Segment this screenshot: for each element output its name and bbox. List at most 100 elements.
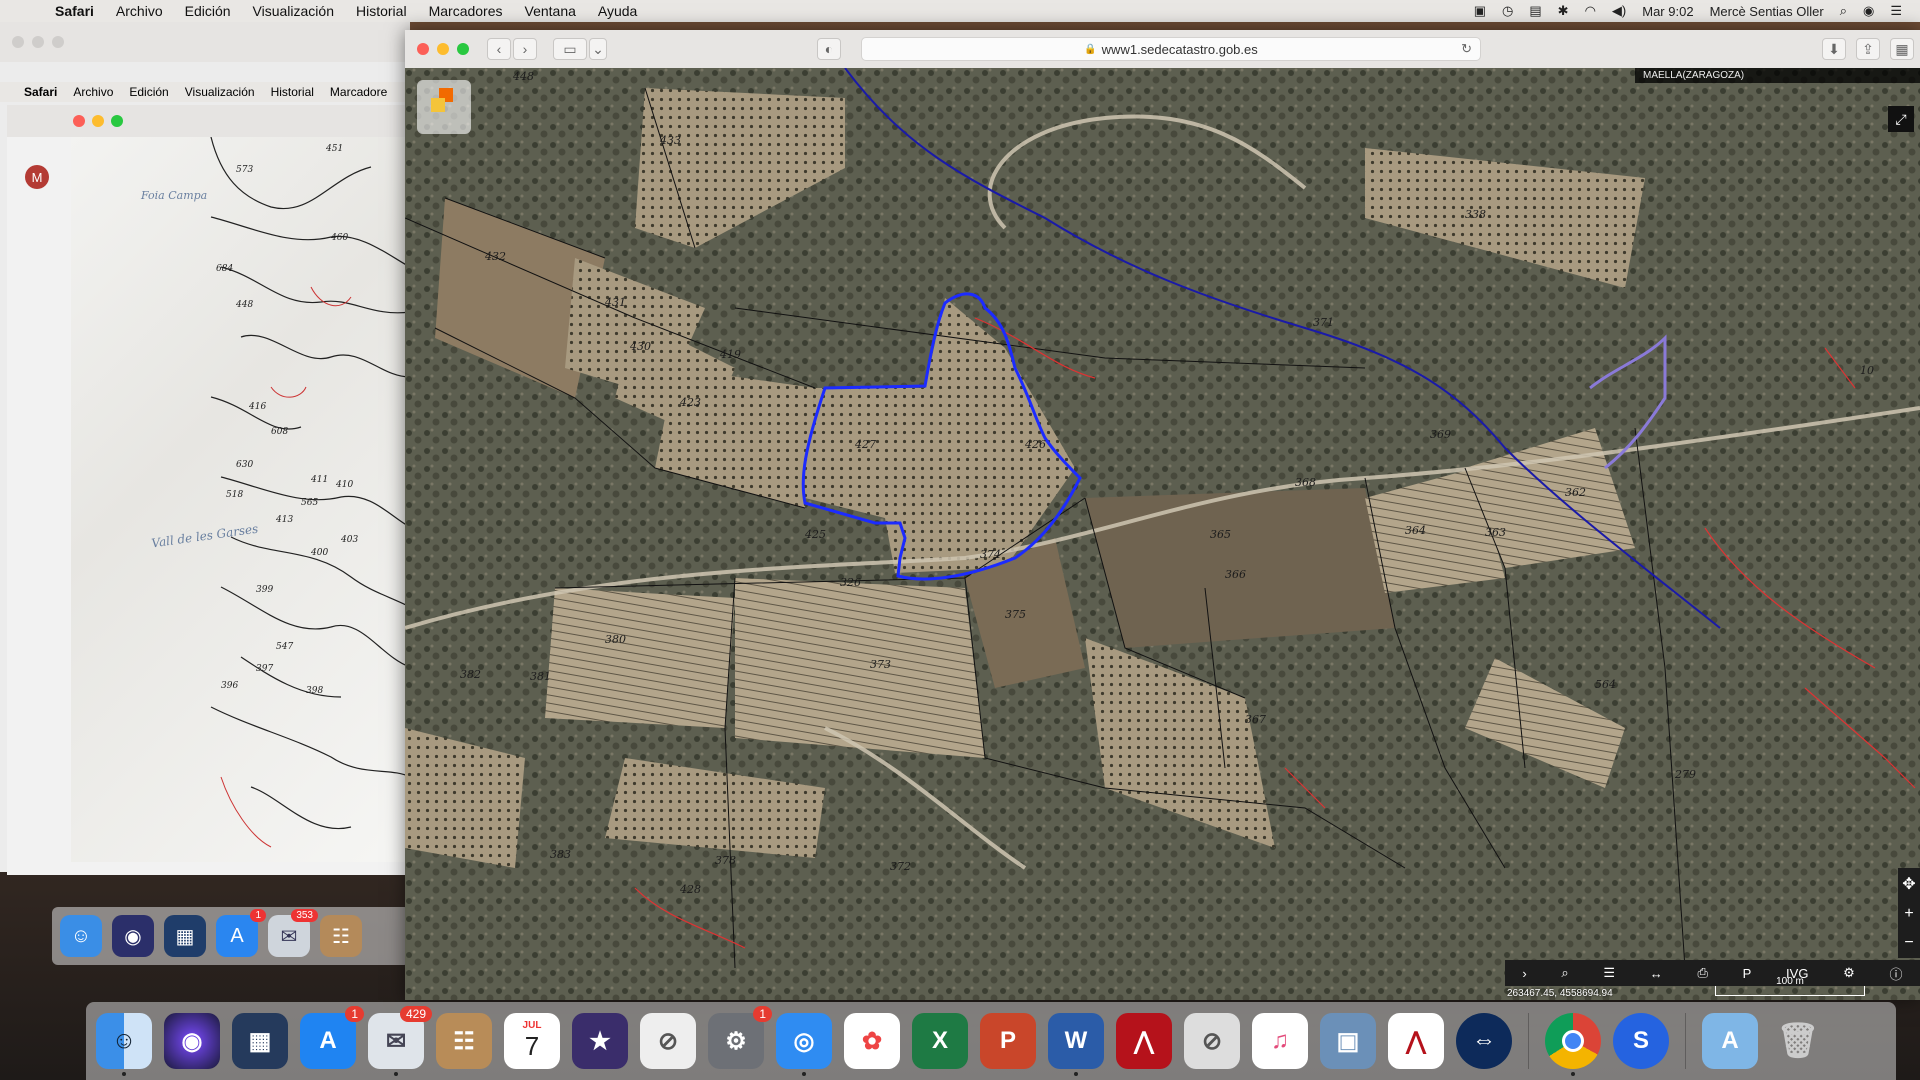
- screen-mirror-icon[interactable]: ▣: [1466, 3, 1494, 19]
- reload-icon[interactable]: ↻: [1461, 41, 1472, 57]
- badge: 1: [345, 1006, 364, 1022]
- excel-icon[interactable]: X: [912, 1013, 968, 1069]
- zoom-button[interactable]: [457, 43, 469, 55]
- search-icon[interactable]: ⌕: [1561, 965, 1568, 981]
- catastro-logo[interactable]: [417, 80, 471, 134]
- forward-button[interactable]: ›: [513, 38, 537, 60]
- minimize-button[interactable]: [32, 36, 44, 48]
- close-button[interactable]: [73, 115, 85, 127]
- preview-icon[interactable]: ▣: [1320, 1013, 1376, 1069]
- chrome-icon[interactable]: [1545, 1013, 1601, 1076]
- zoom-control[interactable]: ✥ + −: [1898, 868, 1920, 958]
- calendar-icon[interactable]: JUL 7: [504, 1013, 560, 1069]
- user-name[interactable]: Mercè Sentias Oller: [1702, 4, 1832, 19]
- display-icon[interactable]: ▤: [1521, 3, 1549, 19]
- siri-icon[interactable]: ◉: [112, 915, 154, 957]
- photos-icon[interactable]: ✿: [844, 1013, 900, 1069]
- tabs-overview-icon[interactable]: ▦: [1890, 38, 1914, 60]
- clock-text[interactable]: Mar 9:02: [1634, 4, 1701, 19]
- menu-marcadores[interactable]: Marcadores: [418, 3, 514, 19]
- spotlight-icon[interactable]: ⌕: [1832, 3, 1855, 19]
- contacts-icon[interactable]: ☷: [320, 915, 362, 957]
- layers-icon[interactable]: ☰: [1603, 965, 1615, 981]
- parcel-number-label: 431: [604, 296, 626, 309]
- powerpoint-icon[interactable]: P: [980, 1013, 1036, 1069]
- address-bar[interactable]: 🔒 www1.sedecatastro.gob.es ↻: [861, 37, 1481, 61]
- menu-archivo[interactable]: Archivo: [65, 85, 121, 99]
- bluetooth-icon[interactable]: ✱: [1550, 3, 1577, 19]
- acrobat-reader-icon[interactable]: ⋀: [1388, 1013, 1444, 1069]
- topo-parcel-label: 399: [256, 585, 273, 595]
- minimize-button[interactable]: [92, 115, 104, 127]
- menu-historial[interactable]: Historial: [263, 85, 322, 99]
- finder-icon[interactable]: ☺: [96, 1013, 152, 1076]
- pan-icon[interactable]: ✥: [1902, 874, 1915, 894]
- trash-icon[interactable]: 🗑: [1770, 1013, 1826, 1069]
- finder-icon[interactable]: ☺: [60, 915, 102, 957]
- word-icon[interactable]: W: [1048, 1013, 1104, 1076]
- acrobat-icon[interactable]: ⋀: [1116, 1013, 1172, 1069]
- system-preferences-icon[interactable]: ⚙ 1: [708, 1006, 772, 1069]
- calendar-day: 7: [524, 1031, 540, 1061]
- close-button[interactable]: [12, 36, 24, 48]
- imovie-icon[interactable]: ★: [572, 1013, 628, 1069]
- time-machine-icon[interactable]: ◷: [1494, 3, 1521, 19]
- mission-control-icon[interactable]: ▦: [164, 915, 206, 957]
- topo-parcel-label: 630: [236, 460, 253, 470]
- mail-icon[interactable]: ✉ 353: [268, 909, 318, 957]
- menu-edicion[interactable]: Edición: [121, 85, 176, 99]
- volume-icon[interactable]: ◀): [1604, 3, 1634, 19]
- safari-icon[interactable]: ◎: [776, 1013, 832, 1076]
- wifi-icon[interactable]: ◠: [1577, 3, 1604, 19]
- cadastral-map[interactable]: 448 433 432 431 430 423 419 427 426 425 428 326 374 3…: [405, 68, 1920, 1000]
- topo-parcel-label: 608: [271, 427, 288, 437]
- zoom-out-icon[interactable]: −: [1904, 934, 1913, 952]
- settings-icon[interactable]: ⚙: [1843, 965, 1855, 981]
- menu-historial[interactable]: Historial: [345, 3, 418, 19]
- menu-visualizacion[interactable]: Visualización: [242, 3, 345, 19]
- expand-tools-icon[interactable]: ›: [1522, 966, 1526, 981]
- menu-app-name[interactable]: Safari: [44, 3, 105, 19]
- menu-marcadores[interactable]: Marcadore: [322, 85, 395, 99]
- zoom-button[interactable]: [111, 115, 123, 127]
- share-icon[interactable]: ⇪: [1856, 38, 1880, 60]
- minimize-button[interactable]: [437, 43, 449, 55]
- app-store-icon[interactable]: A1: [216, 909, 266, 957]
- teamviewer-icon[interactable]: ⇔: [1456, 1013, 1512, 1069]
- app-store-icon[interactable]: A1: [300, 1006, 364, 1069]
- back-button[interactable]: ‹: [487, 38, 511, 60]
- menu-ventana[interactable]: Ventana: [514, 3, 587, 19]
- music-icon[interactable]: ♫: [1252, 1013, 1308, 1069]
- print-icon[interactable]: ⎙: [1698, 965, 1708, 981]
- chevron-down-icon[interactable]: ⌄: [589, 38, 607, 60]
- menu-archivo[interactable]: Archivo: [105, 3, 174, 19]
- mission-control-icon[interactable]: ▦: [232, 1013, 288, 1069]
- download-icon[interactable]: ⬇: [1822, 38, 1846, 60]
- siri-icon[interactable]: ◉: [164, 1013, 220, 1069]
- contacts-icon[interactable]: ☷: [436, 1013, 492, 1069]
- sidebar-toggle-button[interactable]: ▭: [553, 38, 587, 60]
- measure-icon[interactable]: ↔: [1650, 966, 1663, 981]
- blocked-app-icon[interactable]: ⊘: [640, 1013, 696, 1069]
- blocked-app-icon[interactable]: ⊘: [1184, 1013, 1240, 1069]
- privacy-shield-icon[interactable]: ◐: [817, 38, 841, 60]
- avatar[interactable]: M: [25, 165, 49, 189]
- skype-icon[interactable]: S: [1613, 1013, 1669, 1069]
- menu-app-name[interactable]: Safari: [16, 85, 65, 99]
- parcel-icon[interactable]: P: [1743, 966, 1752, 981]
- fullscreen-icon[interactable]: ⤢: [1888, 106, 1914, 132]
- notification-center-icon[interactable]: ☰: [1882, 3, 1910, 19]
- menu-edicion[interactable]: Edición: [174, 3, 242, 19]
- badge: 1: [250, 909, 266, 922]
- topo-parcel-label: 398: [306, 686, 323, 696]
- close-button[interactable]: [417, 43, 429, 55]
- applications-folder-icon[interactable]: A: [1702, 1013, 1758, 1069]
- menu-visualizacion[interactable]: Visualización: [177, 85, 263, 99]
- menu-ayuda[interactable]: Ayuda: [587, 3, 648, 19]
- mail-icon[interactable]: ✉ 429: [368, 1006, 432, 1076]
- topographic-map[interactable]: 451 573 460 684 448 416 608 630 411 410 518 565 413 4…: [71, 137, 410, 862]
- zoom-button[interactable]: [52, 36, 64, 48]
- info-icon[interactable]: ⓘ: [1890, 964, 1903, 983]
- siri-icon[interactable]: ◉: [1855, 3, 1882, 19]
- zoom-in-icon[interactable]: +: [1904, 905, 1913, 923]
